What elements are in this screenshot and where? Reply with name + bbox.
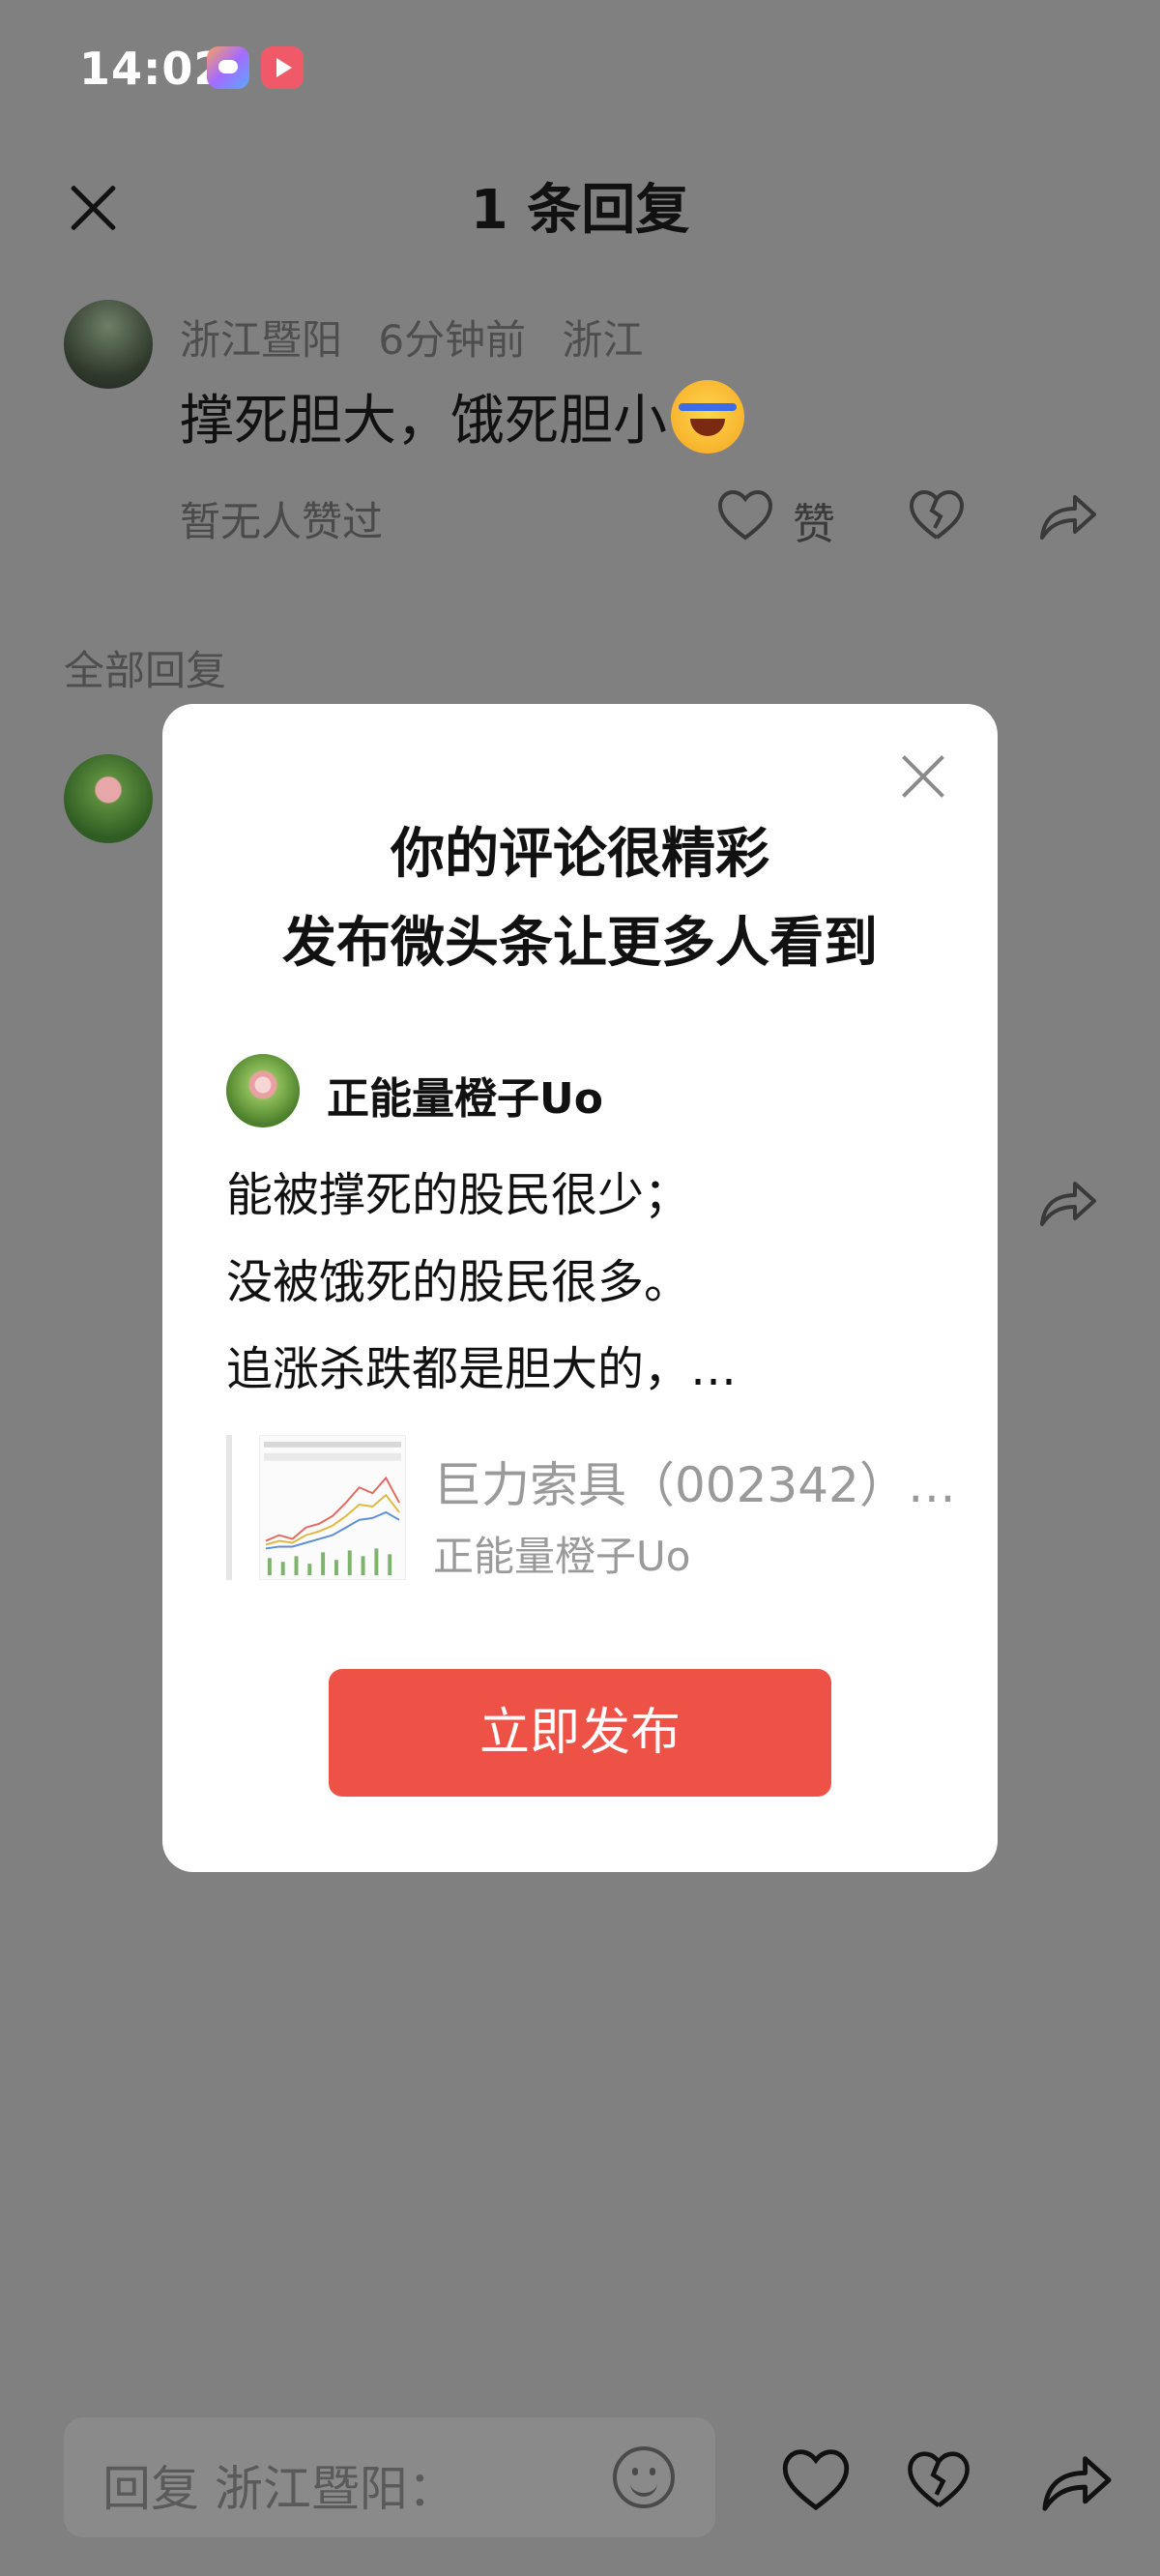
comment-text: 撑死胆大，饿死胆小 [180, 377, 744, 455]
no-likes-text: 暂无人赞过 [180, 498, 384, 545]
reply-placeholder: 回复 浙江暨阳： [102, 2461, 456, 2517]
all-replies-label: 全部回复 [64, 647, 227, 694]
post-author-avatar [226, 1054, 300, 1127]
comment-body: 撑死胆大，饿死胆小 [180, 390, 667, 453]
publish-button[interactable]: 立即发布 [329, 1669, 831, 1797]
post-text-line: 能被撑死的股民很少； [226, 1168, 691, 1222]
smiley-icon[interactable] [613, 2446, 675, 2508]
like-label[interactable]: 赞 [793, 489, 835, 551]
bottom-reply-bar: 回复 浙江暨阳： [0, 2417, 1160, 2576]
status-time: 14:02 [79, 43, 226, 95]
broken-heart-icon[interactable] [909, 489, 965, 542]
app-notification-icon [207, 46, 249, 89]
dialog-close-icon[interactable] [899, 752, 947, 801]
bottom-broken-heart-icon[interactable] [907, 2448, 971, 2512]
comment-location: 浙江 [562, 316, 644, 364]
post-text-line: 没被饿死的股民很多。 [226, 1255, 691, 1309]
quote-bar [226, 1435, 232, 1580]
sheet-header: 1 条回复 [0, 116, 1160, 300]
status-bar: 14:02 [0, 0, 1160, 116]
post-author-name: 正能量橙子Uo [327, 1074, 603, 1124]
share-icon[interactable] [1038, 489, 1098, 542]
reply-avatar[interactable] [64, 754, 153, 843]
post-text-line: 追涨杀跌都是胆大的，… [226, 1342, 738, 1396]
quote-title: 巨力索具（002342）… [433, 1457, 956, 1513]
heart-icon[interactable] [717, 489, 773, 542]
quote-subtitle: 正能量橙子Uo [433, 1533, 691, 1580]
laughing-crying-emoji-icon [671, 379, 744, 454]
dialog-title: 你的评论很精彩 发布微头条让更多人看到 [162, 810, 998, 988]
stock-chart-thumbnail [259, 1435, 406, 1580]
bottom-share-icon[interactable] [1040, 2448, 1114, 2514]
system-status-icons [783, 52, 1092, 85]
avatar[interactable] [64, 300, 153, 389]
dialog-title-line2: 发布微头条让更多人看到 [282, 912, 878, 975]
comment-time: 6分钟前 [378, 316, 527, 364]
dialog-title-line1: 你的评论很精彩 [391, 823, 769, 886]
reply-input[interactable]: 回复 浙江暨阳： [64, 2417, 715, 2537]
comment-author[interactable]: 浙江暨阳 [180, 316, 342, 364]
sheet-title: 1 条回复 [470, 179, 690, 242]
reply-share-icon[interactable] [1038, 1176, 1098, 1228]
parent-comment: 浙江暨阳 6分钟前 浙江 撑死胆大，饿死胆小 暂无人赞过 赞 [0, 300, 1160, 551]
comment-meta: 浙江暨阳 6分钟前 浙江 [180, 307, 666, 366]
publish-prompt-dialog: 你的评论很精彩 发布微头条让更多人看到 正能量橙子Uo 能被撑死的股民很少； 没… [162, 704, 998, 1872]
video-app-icon [261, 46, 304, 89]
bottom-heart-icon[interactable] [781, 2448, 851, 2512]
